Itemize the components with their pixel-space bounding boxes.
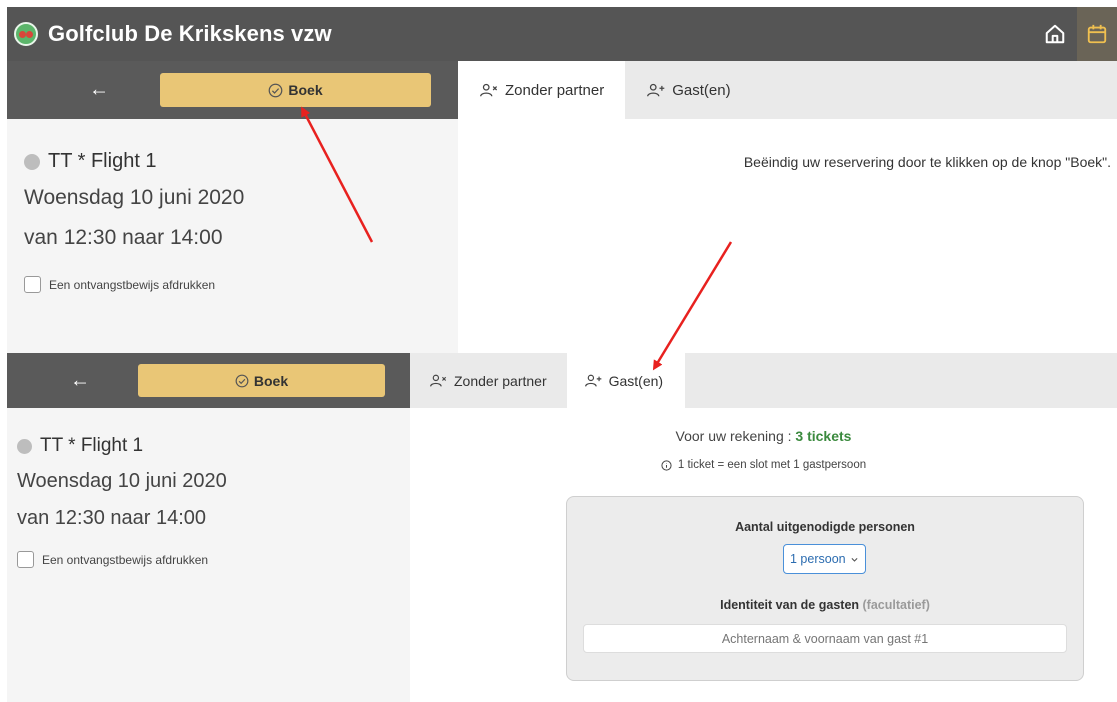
back-arrow-icon[interactable]: ← — [89, 79, 109, 102]
top-toolbar: ← Boek — [7, 61, 458, 119]
check-circle-icon — [235, 374, 249, 387]
top-tabs: Zonder partner Gast(en) — [458, 61, 1117, 119]
booking-date: Woensdag 10 juni 2020 — [24, 186, 245, 209]
guests-count-select[interactable]: 1 persoon — [783, 544, 866, 574]
tab-label: Zonder partner — [505, 81, 605, 99]
home-icon[interactable] — [1035, 7, 1075, 61]
user-plus-icon — [584, 374, 601, 387]
info-icon — [661, 459, 672, 471]
finish-message: Beëindig uw reservering door te klikken … — [743, 154, 1111, 170]
receipt-checkbox[interactable] — [24, 276, 41, 293]
identity-title-text: Identiteit van de gasten — [720, 598, 860, 612]
boek-button-label: Boek — [288, 82, 323, 98]
boek-button-label: Boek — [253, 372, 289, 389]
ticket-info-text: 1 ticket = een slot met 1 gastpersoon — [677, 459, 867, 471]
receipt-option[interactable]: Een ontvangstbewijs afdrukken — [17, 551, 208, 568]
flight-label: TT * Flight 1 — [48, 150, 157, 172]
tab-zonder-partner[interactable]: Zonder partner — [410, 353, 567, 408]
booking-date: Woensdag 10 juni 2020 — [17, 470, 227, 492]
user-x-icon — [480, 83, 498, 97]
status-dot-icon — [24, 153, 40, 170]
user-plus-icon — [647, 83, 665, 97]
boek-button[interactable]: Boek — [138, 364, 385, 397]
chevron-down-icon — [851, 557, 858, 562]
tab-gasten[interactable]: Gast(en) — [566, 353, 686, 408]
tab-zonder-partner[interactable]: Zonder partner — [458, 61, 626, 119]
check-circle-icon — [269, 83, 283, 97]
guests-select-value: 1 persoon — [790, 552, 846, 566]
flight-name: TT * Flight 1 — [24, 150, 157, 173]
guest-name-input[interactable] — [583, 624, 1067, 653]
top-content: Beëindig uw reservering door te klikken … — [458, 119, 1117, 353]
flight-label: TT * Flight 1 — [40, 435, 144, 456]
app-title: Golfclub De Krikskens vzw — [48, 21, 332, 46]
ticket-info: 1 ticket = een slot met 1 gastpersoon — [410, 459, 1117, 471]
tab-label: Gast(en) — [672, 81, 731, 99]
booking-time: van 12:30 naar 14:00 — [17, 507, 207, 529]
bottom-toolbar: ← Boek — [7, 353, 410, 408]
status-dot-icon — [17, 438, 32, 454]
boek-button[interactable]: Boek — [160, 73, 431, 107]
back-arrow-icon[interactable]: ← — [70, 369, 90, 392]
booking-time: van 12:30 naar 14:00 — [24, 226, 223, 249]
app-header: Golfclub De Krikskens vzw — [7, 7, 1117, 61]
tickets-count: 3 tickets — [795, 428, 852, 444]
receipt-label: Een ontvangstbewijs afdrukken — [49, 277, 216, 292]
user-x-icon — [430, 374, 447, 387]
bottom-tabs: Zonder partner Gast(en) — [410, 353, 1117, 408]
tab-label: Gast(en) — [608, 372, 664, 389]
receipt-label: Een ontvangstbewijs afdrukken — [42, 552, 209, 567]
flight-name: TT * Flight 1 — [17, 435, 143, 457]
receipt-checkbox[interactable] — [17, 551, 34, 568]
account-label: Voor uw rekening : — [675, 428, 796, 444]
top-booking-details: TT * Flight 1 Woensdag 10 juni 2020 van … — [7, 119, 458, 353]
tab-label: Zonder partner — [454, 372, 547, 389]
receipt-option[interactable]: Een ontvangstbewijs afdrukken — [24, 276, 215, 293]
calendar-icon[interactable] — [1077, 7, 1117, 61]
identity-optional: (facultatief) — [862, 598, 930, 612]
club-logo — [14, 22, 38, 46]
account-summary: Voor uw rekening : 3 tickets — [410, 428, 1117, 444]
tab-gasten[interactable]: Gast(en) — [625, 61, 752, 119]
identity-title: Identiteit van de gasten (facultatief) — [567, 598, 1083, 612]
bottom-booking-details: TT * Flight 1 Woensdag 10 juni 2020 van … — [7, 408, 410, 702]
guests-card: Aantal uitgenodigde personen 1 persoon I… — [566, 496, 1084, 681]
guests-title: Aantal uitgenodigde personen — [735, 520, 915, 534]
bottom-content: Voor uw rekening : 3 tickets 1 ticket = … — [410, 408, 1117, 702]
